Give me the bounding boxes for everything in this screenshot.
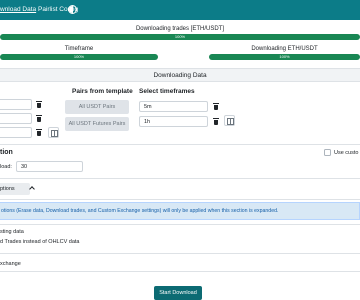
divider [0,253,360,254]
pair-input-3[interactable] [0,127,32,138]
add-timeframe-button[interactable] [224,115,235,126]
timeframe-input-2[interactable]: 1h [139,116,208,127]
trash-icon[interactable] [36,101,42,108]
pairs-template-heading: Pairs from template [72,88,133,95]
progress-main-bar: 100% [0,34,360,40]
pair-input-1[interactable] [0,99,32,110]
timeframe-input-1[interactable]: 5m [139,101,208,112]
progress-main-value: 100% [174,34,186,39]
download-trades-option[interactable]: d Trades instead of OHLCV data [0,239,80,245]
trash-icon[interactable] [36,115,42,122]
divider [0,178,360,179]
start-download-button[interactable]: Start Download [154,286,202,300]
trash-icon[interactable] [213,103,219,110]
days-input[interactable]: 30 [16,161,83,172]
options-heading: tion [0,149,13,156]
days-label: load: [0,164,12,170]
progress-pair-bar: 100% [209,54,360,60]
advanced-info-alert: otions (Erase data, Download trades, and… [0,202,360,220]
progress-timeframe-bar: 100% [0,54,158,60]
progress-main-label: Downloading trades [ETH/USDT] [135,26,225,32]
divider [0,271,360,272]
progress-timeframe-value: 100% [73,54,85,59]
section-title: Downloading Data [153,72,207,79]
divider [0,199,360,200]
navbar: wnload Data Pairlist Config [0,0,360,20]
use-custom-label: Use custo [334,150,359,156]
add-pair-button[interactable] [48,127,59,138]
divider [0,224,360,225]
erase-data-option[interactable]: sting data [0,229,24,235]
all-usdt-pairs-button[interactable]: All USDT Pairs [65,100,129,114]
custom-exchange-option[interactable]: xchange [0,261,21,267]
nav-download-data[interactable]: wnload Data [0,6,36,13]
progress-timeframe-label: Timeframe [64,46,94,52]
pair-input-2[interactable] [0,113,32,124]
theme-toggle-icon[interactable] [68,5,77,14]
divider [0,144,360,145]
progress-pair-label: Downloading ETH/USDT [251,46,318,52]
advanced-options-toggle[interactable]: ptions [0,183,30,195]
chevron-up-icon [29,186,35,192]
timeframes-heading: Select timeframes [139,88,195,95]
all-usdt-futures-pairs-button[interactable]: All USDT Futures Pairs [65,117,129,131]
progress-pair-value: 100% [279,54,290,59]
section-header: Downloading Data [0,68,360,82]
use-custom-checkbox[interactable] [324,149,331,156]
trash-icon[interactable] [213,118,219,125]
trash-icon[interactable] [36,129,42,136]
